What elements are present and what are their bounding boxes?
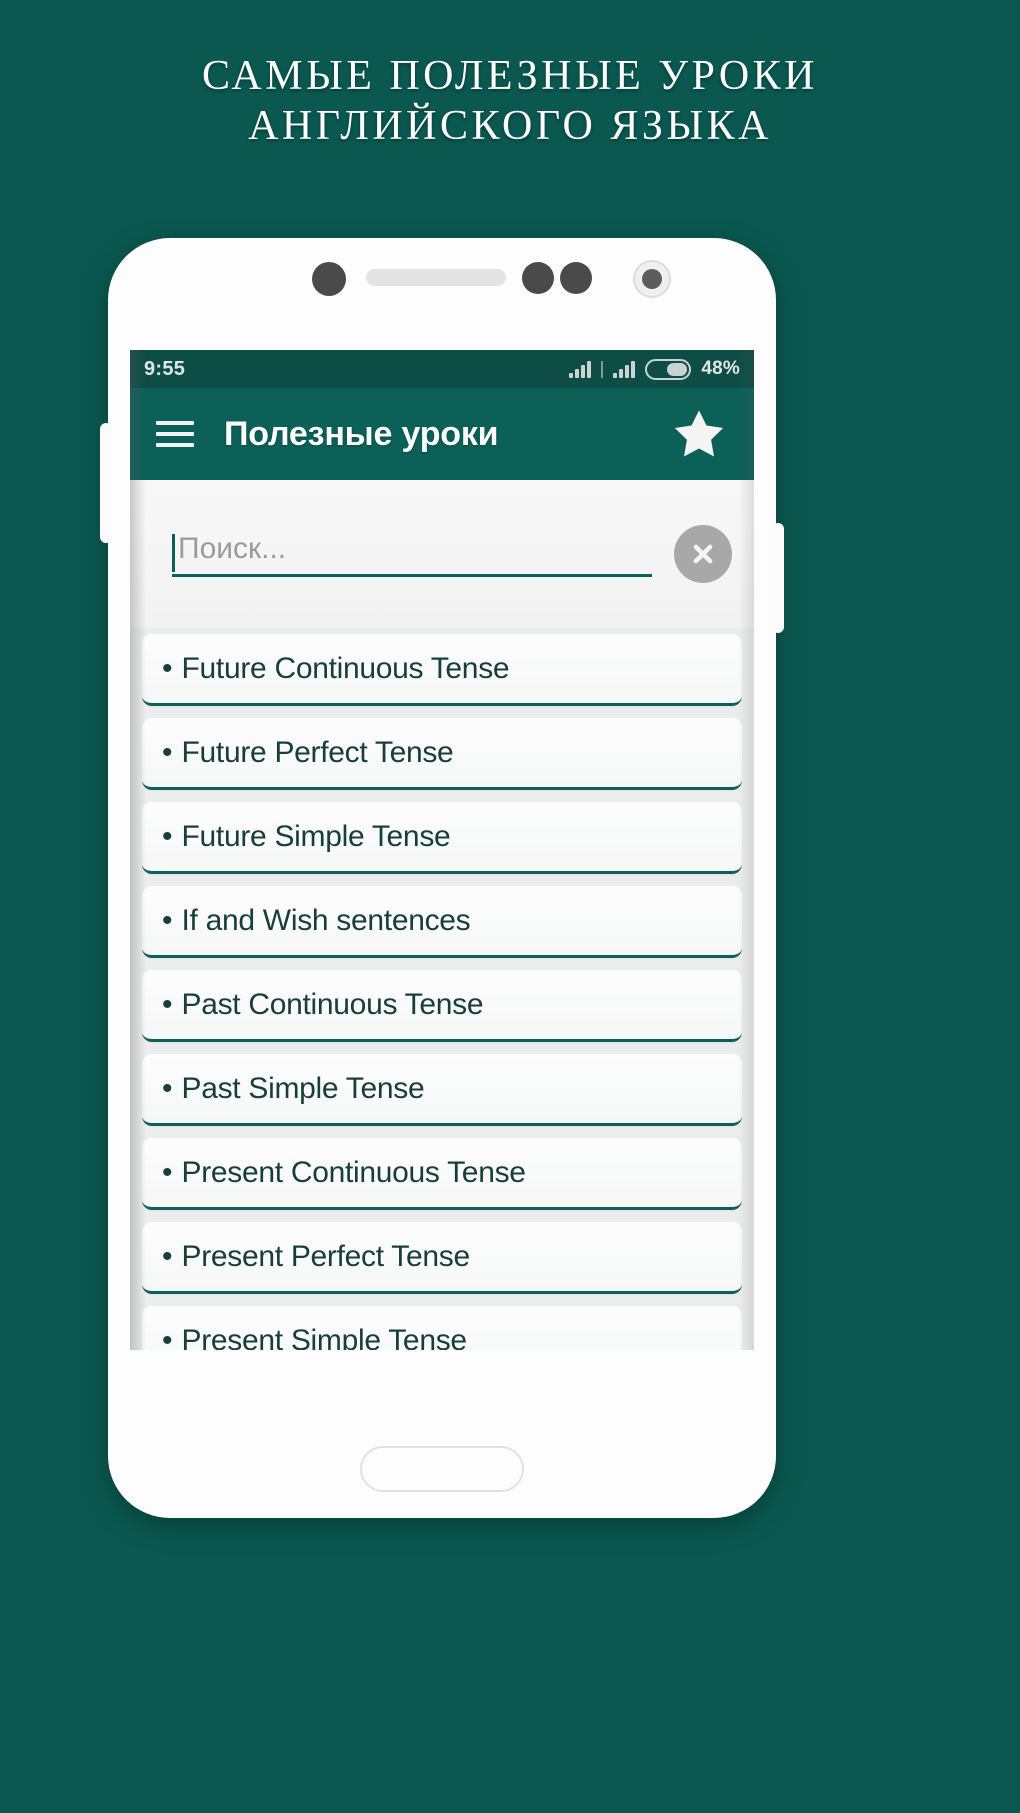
list-item[interactable]: • Present Perfect Tense [142, 1222, 742, 1294]
promo-headline: САМЫЕ ПОЛЕЗНЫЕ УРОКИ АНГЛИЙСКОГО ЯЗЫКА [0, 52, 1020, 151]
search-input[interactable] [172, 531, 652, 566]
lesson-list[interactable]: • Future Continuous Tense • Future Perfe… [130, 628, 754, 1350]
list-item-label: Future Continuous Tense [181, 651, 510, 685]
light-sensor-icon [522, 262, 554, 294]
list-item-label: Present Simple Tense [181, 1323, 468, 1351]
list-item-label: Present Perfect Tense [181, 1239, 471, 1273]
led-indicator-icon [560, 262, 592, 294]
list-item-label: Future Simple Tense [181, 819, 451, 853]
list-item[interactable]: • If and Wish sentences [142, 886, 742, 958]
phone-mockup: 9:55 48% Полезные уроки Поиск... • Futur… [100, 238, 784, 1518]
volume-button[interactable] [100, 423, 112, 543]
search-row [130, 480, 754, 628]
list-item[interactable]: • Future Perfect Tense [142, 718, 742, 790]
bullet-icon: • [162, 1155, 173, 1189]
bullet-icon: • [162, 903, 173, 937]
bullet-icon: • [162, 735, 173, 769]
bullet-icon: • [162, 1239, 173, 1273]
close-circle-icon[interactable] [674, 525, 732, 583]
list-item-label: If and Wish sentences [181, 903, 471, 937]
list-item-label: Present Continuous Tense [181, 1155, 526, 1189]
list-item[interactable]: • Present Continuous Tense [142, 1138, 742, 1210]
status-clock: 9:55 [144, 357, 186, 380]
list-item-label: Future Perfect Tense [181, 735, 454, 769]
speaker-grille-icon [366, 269, 506, 286]
app-bar: Полезные уроки [130, 388, 754, 480]
status-indicators: 48% [569, 358, 740, 380]
search-field[interactable] [172, 531, 652, 577]
promo-headline-line-2: АНГЛИЙСКОГО ЯЗЫКА [248, 102, 772, 149]
front-camera-icon [633, 260, 671, 298]
signal-divider [601, 360, 604, 378]
bullet-icon: • [162, 819, 173, 853]
battery-percent-label: 48% [701, 358, 740, 379]
promo-headline-line-1: САМЫЕ ПОЛЕЗНЫЕ УРОКИ [201, 53, 819, 99]
list-item-label: Past Continuous Tense [181, 987, 484, 1021]
proximity-sensor-icon [312, 262, 346, 296]
list-item-label: Past Simple Tense [181, 1071, 425, 1105]
list-item[interactable]: • Past Continuous Tense [142, 970, 742, 1042]
hamburger-menu-icon[interactable] [156, 421, 194, 447]
home-button-icon[interactable] [360, 1446, 524, 1492]
star-icon[interactable] [670, 405, 728, 463]
list-item[interactable]: • Past Simple Tense [142, 1054, 742, 1126]
battery-icon [645, 358, 692, 380]
bullet-icon: • [162, 1323, 173, 1351]
status-bar: 9:55 48% [130, 350, 754, 388]
phone-screen: 9:55 48% Полезные уроки Поиск... • Futur… [130, 350, 754, 1350]
list-item[interactable]: • Future Continuous Tense [142, 634, 742, 706]
bullet-icon: • [162, 1071, 173, 1105]
bullet-icon: • [162, 651, 173, 685]
list-item[interactable]: • Future Simple Tense [142, 802, 742, 874]
signal-bars-icon-1 [569, 360, 592, 378]
phone-top-bezel [108, 238, 776, 350]
power-button[interactable] [772, 523, 784, 633]
list-item[interactable]: • Present Simple Tense [142, 1306, 742, 1350]
signal-bars-icon-2 [613, 360, 636, 378]
bullet-icon: • [162, 987, 173, 1021]
page-title: Полезные уроки [224, 414, 499, 453]
